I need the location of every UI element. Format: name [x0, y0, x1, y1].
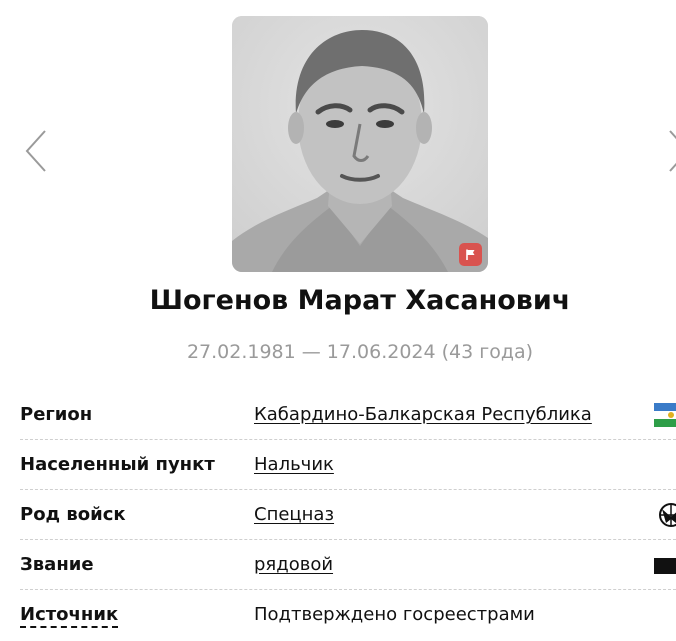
- branch-link[interactable]: Спецназ: [254, 504, 334, 525]
- portrait-photo: [232, 16, 488, 272]
- previous-button[interactable]: [20, 126, 50, 176]
- rank-row: Звание рядовой: [20, 540, 676, 590]
- locality-label: Населенный пункт: [20, 454, 215, 475]
- region-row: Регион Кабардино-Балкарская Республика: [20, 390, 676, 440]
- locality-link[interactable]: Нальчик: [254, 454, 334, 475]
- person-name: Шогенов Марат Хасанович: [149, 285, 571, 316]
- source-label[interactable]: Источник: [20, 604, 119, 628]
- next-button[interactable]: [664, 126, 676, 176]
- chevron-left-icon: [25, 130, 46, 172]
- lifespan-dates: 27.02.1981 — 17.06.2024 (43 года): [186, 341, 534, 363]
- spetsnaz-emblem-icon: [654, 501, 676, 529]
- region-flag-icon: [654, 401, 676, 429]
- rank-link[interactable]: рядовой: [254, 554, 333, 575]
- details-table: Регион Кабардино-Балкарская Республика Н…: [20, 390, 676, 639]
- chevron-right-icon: [669, 130, 676, 172]
- branch-label: Род войск: [20, 504, 126, 525]
- flag-badge[interactable]: [459, 243, 482, 266]
- locality-row: Населенный пункт Нальчик: [20, 440, 676, 490]
- portrait-image: [232, 16, 488, 272]
- branch-row: Род войск Спецназ: [20, 490, 676, 540]
- region-link[interactable]: Кабардино-Балкарская Республика: [254, 404, 592, 425]
- source-value: Подтверждено госреестрами: [254, 604, 535, 625]
- rank-insignia-icon: [654, 551, 676, 579]
- source-row: Источник Подтверждено госреестрами: [20, 590, 676, 639]
- rank-label: Звание: [20, 554, 94, 575]
- flag-icon: [466, 249, 475, 260]
- region-label: Регион: [20, 404, 93, 425]
